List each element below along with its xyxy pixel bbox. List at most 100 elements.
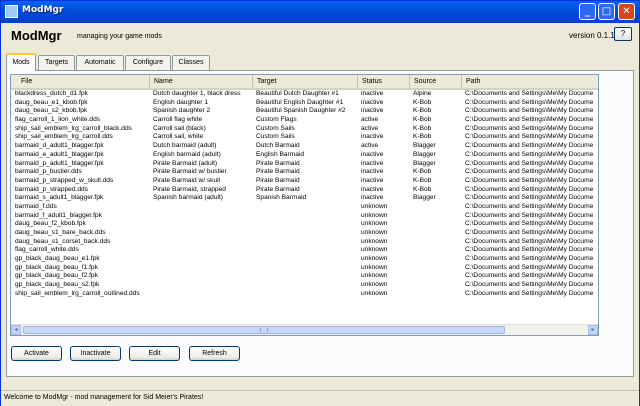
table-row[interactable]: gp_black_daug_beau_f1.fpk unknown C:\Docum…	[11, 264, 598, 273]
app-tagline: managing your game mods	[77, 33, 162, 40]
cell-file: barmaid_e_adult1_blagger.fpk	[15, 150, 104, 158]
table-row[interactable]: flag_carroll_1_lion_white.dds Carroll fla…	[11, 116, 598, 125]
tab-configure[interactable]: Configure	[125, 55, 171, 70]
cell-path: C:\Documents and Settings\Me\My Docume	[465, 202, 594, 210]
table-row[interactable]: barmaid_e_adult1_blagger.fpk English barm…	[11, 151, 598, 160]
cell-file: ship_sail_emblem_lrg_carroll_black.dds	[15, 124, 132, 132]
cell-path: C:\Documents and Settings\Me\My Docume	[465, 142, 594, 150]
table-row[interactable]: barmaid_p_strapped.dds Pirate Barmaid, st…	[11, 186, 598, 195]
cell-file: barmaid_p_bustier.dds	[15, 168, 82, 176]
table-row[interactable]: daug_beau_f2_kbob.fpk unknown C:\Documents…	[11, 220, 598, 229]
cell-name	[153, 281, 253, 290]
tab-classes[interactable]: Classes	[172, 55, 210, 70]
mods-list[interactable]: File Name Target Status Source Path blac…	[10, 74, 599, 336]
table-row[interactable]: ship_sail_emblem_lrg_carroll_black.dds Ca…	[11, 125, 598, 134]
column-header-path[interactable]: Path	[462, 75, 598, 88]
scroll-left-arrow-icon[interactable]: ◂	[11, 325, 21, 335]
status-text: Welcome to ModMgr - mod management for S…	[4, 394, 204, 401]
table-row[interactable]: barmaid_f_adult1_blagger.fpk unknown C:\Do…	[11, 212, 598, 221]
table-row[interactable]: blackdress_dutch_d1.fpk Dutch daughter 1,…	[11, 90, 598, 99]
cell-target	[256, 255, 359, 264]
cell-path: C:\Documents and Settings\Me\My Docume	[465, 229, 594, 236]
cell-source	[413, 229, 463, 238]
version-label: version 0.1.1	[569, 31, 615, 40]
cell-target: Spanish Barmaid	[256, 194, 307, 202]
cell-file: flag_carroll_1_lion_white.dds	[15, 116, 101, 124]
table-row[interactable]: barmaid_p_bustier.dds Pirate Barmaid w/ b…	[11, 168, 598, 177]
column-header-status[interactable]: Status	[358, 75, 410, 88]
horizontal-scrollbar[interactable]: ◂ ▸	[11, 324, 598, 335]
help-button[interactable]: ?	[614, 27, 632, 41]
scrollbar-thumb[interactable]	[23, 326, 505, 334]
scroll-right-arrow-icon[interactable]: ▸	[588, 325, 598, 335]
cell-status: inactive	[361, 98, 384, 106]
table-row[interactable]: gp_black_daug_beau_f2.fpk unknown C:\Docum…	[11, 272, 598, 281]
tab-mods[interactable]: Mods	[6, 53, 36, 71]
table-row[interactable]: barmaid_s_adult1_blagger.fpk Spanish barm…	[11, 194, 598, 203]
cell-file: barmaid_f.dds	[15, 202, 57, 210]
cell-source	[413, 264, 463, 273]
minimize-button[interactable]: _	[579, 3, 596, 20]
cell-path: C:\Documents and Settings\Me\My Docume	[465, 211, 594, 219]
cell-source	[413, 203, 463, 212]
activate-button[interactable]: Activate	[11, 346, 62, 361]
column-header-target[interactable]: Target	[253, 75, 358, 88]
table-row[interactable]: daug_beau_s1_bare_back.dds unknown C:\Docu…	[11, 229, 598, 238]
cell-status: inactive	[361, 107, 384, 115]
cell-target: English Barmaid	[256, 150, 305, 158]
cell-target: Dutch Barmaid	[256, 142, 300, 150]
cell-path: C:\Documents and Settings\Me\My Docume	[465, 272, 594, 280]
tab-automatic[interactable]: Automatic	[76, 55, 124, 70]
maximize-button[interactable]: □	[598, 3, 615, 20]
table-row[interactable]: ship_sail_emblem_lrg_carroll_outlined.dd…	[11, 290, 598, 299]
cell-status: inactive	[361, 159, 384, 167]
edit-button[interactable]: Edit	[129, 346, 180, 361]
title-bar[interactable]: ModMgr _ □ ✕	[1, 1, 639, 23]
cell-path: C:\Documents and Settings\Me\My Docume	[465, 90, 594, 97]
table-row[interactable]: daug_beau_e1_kbob.fpk English daughter 1 B…	[11, 99, 598, 108]
close-button[interactable]: ✕	[618, 3, 635, 20]
table-row[interactable]: barmaid_p_strapped_w_skull.dds Pirate Bar…	[11, 177, 598, 186]
cell-name: Dutch barmaid (adult)	[153, 142, 217, 150]
cell-target	[256, 290, 359, 299]
inactivate-button[interactable]: Inactivate	[70, 346, 121, 361]
table-row[interactable]: flag_carroll_white.dds unknown C:\Document…	[11, 246, 598, 255]
cell-path: C:\Documents and Settings\Me\My Docume	[465, 168, 594, 176]
table-row[interactable]: gp_black_daug_beau_s2.fpk unknown C:\Docum…	[11, 281, 598, 290]
cell-target	[256, 212, 359, 221]
cell-target	[256, 281, 359, 290]
cell-status: unknown	[361, 229, 388, 236]
column-header-file[interactable]: File	[11, 75, 150, 88]
column-header-source[interactable]: Source	[410, 75, 462, 88]
cell-source: Blagger	[413, 150, 436, 158]
cell-source: K-Bob	[413, 185, 432, 193]
cell-status: active	[361, 124, 379, 132]
table-row[interactable]: gp_black_daug_beau_e1.fpk unknown C:\Docum…	[11, 255, 598, 264]
cell-source: Alpine	[413, 90, 432, 97]
cell-status: inactive	[361, 90, 384, 97]
table-row[interactable]: barmaid_p_adult1_blagger.fpk Pirate Barma…	[11, 160, 598, 169]
cell-name	[153, 246, 253, 255]
refresh-button[interactable]: Refresh	[189, 346, 240, 361]
scrollbar-grip	[260, 328, 268, 332]
column-header-name[interactable]: Name	[150, 75, 253, 88]
table-row[interactable]: ship_sail_emblem_lrg_carroll.dds Carroll …	[11, 133, 598, 142]
cell-name	[153, 229, 253, 238]
cell-target	[256, 203, 359, 212]
cell-file: flag_carroll_white.dds	[15, 246, 79, 254]
cell-source	[413, 255, 463, 264]
table-row[interactable]: barmaid_d_adult1_blagger.fpk Dutch barmai…	[11, 142, 598, 151]
cell-file: gp_black_daug_beau_s2.fpk	[15, 281, 100, 289]
cell-name	[153, 203, 253, 212]
cell-source: K-Bob	[413, 133, 432, 141]
cell-target: Pirate Barmaid	[256, 176, 300, 184]
tab-targets[interactable]: Targets	[38, 55, 75, 70]
table-row[interactable]: daug_beau_s2_kbob.fpk Spanish daughter 2 B…	[11, 107, 598, 116]
cell-file: barmaid_p_strapped.dds	[15, 185, 88, 193]
table-row[interactable]: barmaid_f.dds unknown C:\Documents and Set…	[11, 203, 598, 212]
cell-target: Beautiful Spanish Daughter #2	[256, 107, 346, 115]
cell-path: C:\Documents and Settings\Me\My Docume	[465, 281, 594, 289]
cell-status: inactive	[361, 133, 384, 141]
cell-source	[413, 212, 463, 221]
table-row[interactable]: daug_beau_s1_corset_back.dds unknown C:\Do…	[11, 238, 598, 247]
